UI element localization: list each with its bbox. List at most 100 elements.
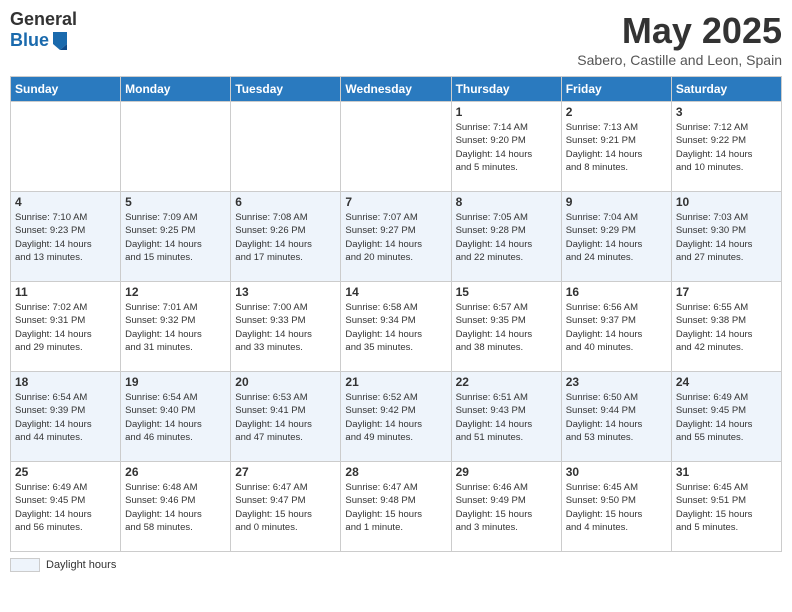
day-info: Sunrise: 6:54 AM Sunset: 9:39 PM Dayligh… [15,391,116,444]
day-info: Sunrise: 6:54 AM Sunset: 9:40 PM Dayligh… [125,391,226,444]
calendar-cell: 5 Sunrise: 7:09 AM Sunset: 9:25 PM Daylig… [121,192,231,282]
calendar-cell [231,102,341,192]
calendar-cell: 19 Sunrise: 6:54 AM Sunset: 9:40 PM Dayli… [121,372,231,462]
day-info: Sunrise: 6:52 AM Sunset: 9:42 PM Dayligh… [345,391,446,444]
day-number: 4 [15,195,116,209]
day-number: 15 [456,285,557,299]
day-number: 31 [676,465,777,479]
legend-box [10,558,40,572]
calendar-cell [121,102,231,192]
day-info: Sunrise: 6:53 AM Sunset: 9:41 PM Dayligh… [235,391,336,444]
day-number: 12 [125,285,226,299]
calendar-table: SundayMondayTuesdayWednesdayThursdayFrid… [10,76,782,552]
day-info: Sunrise: 7:12 AM Sunset: 9:22 PM Dayligh… [676,121,777,174]
calendar-cell: 6 Sunrise: 7:08 AM Sunset: 9:26 PM Daylig… [231,192,341,282]
day-number: 2 [566,105,667,119]
day-number: 20 [235,375,336,389]
calendar-cell [11,102,121,192]
calendar-cell: 17 Sunrise: 6:55 AM Sunset: 9:38 PM Dayli… [671,282,781,372]
calendar-cell: 30 Sunrise: 6:45 AM Sunset: 9:50 PM Dayli… [561,462,671,552]
header: General Blue May 2025 Sabero, Castille a… [10,10,782,68]
day-info: Sunrise: 7:07 AM Sunset: 9:27 PM Dayligh… [345,211,446,264]
calendar-cell: 10 Sunrise: 7:03 AM Sunset: 9:30 PM Dayli… [671,192,781,282]
calendar-cell: 14Sunrise: 6:58 AM Sunset: 9:34 PM Dayli… [341,282,451,372]
day-number: 11 [15,285,116,299]
day-info: Sunrise: 6:46 AM Sunset: 9:49 PM Dayligh… [456,481,557,534]
calendar-week-row: 25 Sunrise: 6:49 AM Sunset: 9:45 PM Dayli… [11,462,782,552]
day-info: Sunrise: 6:56 AM Sunset: 9:37 PM Dayligh… [566,301,667,354]
day-number: 25 [15,465,116,479]
day-number: 1 [456,105,557,119]
calendar-cell: 18 Sunrise: 6:54 AM Sunset: 9:39 PM Dayli… [11,372,121,462]
calendar-cell: 20 Sunrise: 6:53 AM Sunset: 9:41 PM Dayli… [231,372,341,462]
day-number: 23 [566,375,667,389]
day-info: Sunrise: 7:10 AM Sunset: 9:23 PM Dayligh… [15,211,116,264]
main-title: May 2025 [577,10,782,52]
day-info: Sunrise: 6:49 AM Sunset: 9:45 PM Dayligh… [15,481,116,534]
day-number: 21 [345,375,446,389]
legend: Daylight hours [10,558,782,572]
day-number: 27 [235,465,336,479]
day-number: 8 [456,195,557,209]
calendar-week-row: 18 Sunrise: 6:54 AM Sunset: 9:39 PM Dayli… [11,372,782,462]
day-header: Saturday [671,77,781,102]
day-info: Sunrise: 7:01 AM Sunset: 9:32 PM Dayligh… [125,301,226,354]
logo: General Blue [10,10,77,52]
day-info: Sunrise: 6:55 AM Sunset: 9:38 PM Dayligh… [676,301,777,354]
calendar-cell: 4 Sunrise: 7:10 AM Sunset: 9:23 PM Daylig… [11,192,121,282]
day-number: 5 [125,195,226,209]
day-header: Tuesday [231,77,341,102]
day-number: 29 [456,465,557,479]
day-info: Sunrise: 6:49 AM Sunset: 9:45 PM Dayligh… [676,391,777,444]
calendar-cell: 7Sunrise: 7:07 AM Sunset: 9:27 PM Daylig… [341,192,451,282]
day-info: Sunrise: 7:02 AM Sunset: 9:31 PM Dayligh… [15,301,116,354]
day-number: 9 [566,195,667,209]
day-number: 6 [235,195,336,209]
day-number: 14 [345,285,446,299]
calendar-cell: 2Sunrise: 7:13 AM Sunset: 9:21 PM Daylig… [561,102,671,192]
calendar-cell: 28 Sunrise: 6:47 AM Sunset: 9:48 PM Dayli… [341,462,451,552]
day-number: 3 [676,105,777,119]
calendar-header-row: SundayMondayTuesdayWednesdayThursdayFrid… [11,77,782,102]
day-number: 19 [125,375,226,389]
day-info: Sunrise: 7:08 AM Sunset: 9:26 PM Dayligh… [235,211,336,264]
day-info: Sunrise: 7:03 AM Sunset: 9:30 PM Dayligh… [676,211,777,264]
legend-label: Daylight hours [46,559,116,571]
day-info: Sunrise: 6:51 AM Sunset: 9:43 PM Dayligh… [456,391,557,444]
calendar-cell: 27 Sunrise: 6:47 AM Sunset: 9:47 PM Dayli… [231,462,341,552]
day-info: Sunrise: 7:04 AM Sunset: 9:29 PM Dayligh… [566,211,667,264]
day-number: 10 [676,195,777,209]
calendar-cell: 1Sunrise: 7:14 AM Sunset: 9:20 PM Daylig… [451,102,561,192]
day-info: Sunrise: 6:47 AM Sunset: 9:47 PM Dayligh… [235,481,336,534]
day-info: Sunrise: 6:48 AM Sunset: 9:46 PM Dayligh… [125,481,226,534]
title-area: May 2025 Sabero, Castille and Leon, Spai… [577,10,782,68]
day-number: 16 [566,285,667,299]
day-header: Thursday [451,77,561,102]
day-number: 30 [566,465,667,479]
day-number: 17 [676,285,777,299]
day-info: Sunrise: 6:47 AM Sunset: 9:48 PM Dayligh… [345,481,446,534]
calendar-week-row: 1Sunrise: 7:14 AM Sunset: 9:20 PM Daylig… [11,102,782,192]
day-header: Monday [121,77,231,102]
calendar-cell [341,102,451,192]
day-number: 28 [345,465,446,479]
logo-general: General [10,10,77,30]
calendar-cell: 16 Sunrise: 6:56 AM Sunset: 9:37 PM Dayli… [561,282,671,372]
day-info: Sunrise: 6:45 AM Sunset: 9:51 PM Dayligh… [676,481,777,534]
calendar-cell: 9 Sunrise: 7:04 AM Sunset: 9:29 PM Daylig… [561,192,671,282]
day-info: Sunrise: 7:05 AM Sunset: 9:28 PM Dayligh… [456,211,557,264]
day-header: Sunday [11,77,121,102]
day-info: Sunrise: 7:00 AM Sunset: 9:33 PM Dayligh… [235,301,336,354]
calendar-cell: 22Sunrise: 6:51 AM Sunset: 9:43 PM Dayli… [451,372,561,462]
calendar-week-row: 11 Sunrise: 7:02 AM Sunset: 9:31 PM Dayli… [11,282,782,372]
day-number: 18 [15,375,116,389]
calendar-cell: 26 Sunrise: 6:48 AM Sunset: 9:46 PM Dayli… [121,462,231,552]
calendar-cell: 23Sunrise: 6:50 AM Sunset: 9:44 PM Dayli… [561,372,671,462]
day-number: 26 [125,465,226,479]
day-info: Sunrise: 6:45 AM Sunset: 9:50 PM Dayligh… [566,481,667,534]
calendar-cell: 31 Sunrise: 6:45 AM Sunset: 9:51 PM Dayli… [671,462,781,552]
calendar-cell: 21 Sunrise: 6:52 AM Sunset: 9:42 PM Dayli… [341,372,451,462]
calendar-cell: 24Sunrise: 6:49 AM Sunset: 9:45 PM Dayli… [671,372,781,462]
day-info: Sunrise: 7:09 AM Sunset: 9:25 PM Dayligh… [125,211,226,264]
calendar-cell: 11 Sunrise: 7:02 AM Sunset: 9:31 PM Dayli… [11,282,121,372]
